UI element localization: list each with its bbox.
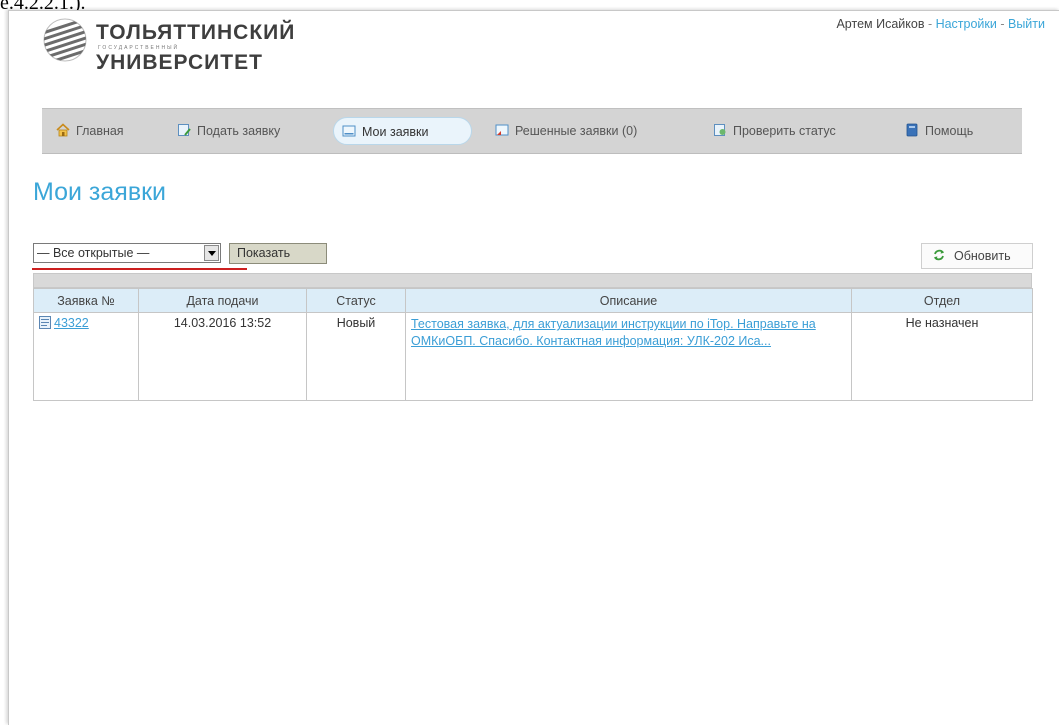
column-header-status[interactable]: Статус xyxy=(306,288,406,313)
requests-table: Заявка № Дата подачи Статус Описание Отд… xyxy=(33,288,1033,401)
nav-label-new-request: Подать заявку xyxy=(197,124,281,138)
check-status-icon xyxy=(714,124,726,136)
column-header-submit-date[interactable]: Дата подачи xyxy=(138,288,307,313)
status-filter-select[interactable]: — Все открытые — xyxy=(33,243,221,263)
logo-text-line2: УНИВЕРСИТЕТ xyxy=(96,51,263,74)
nav-label-help: Помощь xyxy=(925,124,974,138)
settings-link[interactable]: Настройки xyxy=(936,17,997,31)
nav-item-resolved-requests[interactable]: Решенные заявки (0) xyxy=(487,117,645,145)
refresh-button[interactable]: Обновить xyxy=(921,243,1033,269)
university-logo[interactable]: ТОЛЬЯТТИНСКИЙ ГОСУДАРСТВЕННЫЙ УНИВЕРСИТЕ… xyxy=(42,15,342,75)
ticket-doc-icon xyxy=(39,316,51,329)
nav-item-home[interactable]: Главная xyxy=(48,117,132,145)
cell-ticket-number: 43322 xyxy=(33,312,139,401)
column-header-ticket-number[interactable]: Заявка № xyxy=(33,288,139,313)
nav-item-check-status[interactable]: Проверить статус xyxy=(705,117,844,145)
column-header-description[interactable]: Описание xyxy=(405,288,852,313)
table-top-bar xyxy=(33,273,1032,288)
help-book-icon xyxy=(906,123,918,137)
description-link[interactable]: Тестовая заявка, для актуализации инстру… xyxy=(411,317,816,348)
home-icon xyxy=(56,123,70,137)
nav-label-my-requests: Мои заявки xyxy=(362,125,429,139)
nav-item-help[interactable]: Помощь xyxy=(897,117,981,145)
cell-status: Новый xyxy=(306,312,406,401)
status-filter-value: — Все открытые — xyxy=(37,246,150,260)
my-requests-icon xyxy=(342,125,356,137)
nav-label-check-status: Проверить статус xyxy=(733,124,836,138)
nav-label-home: Главная xyxy=(76,124,124,138)
main-nav: Главная Подать заявку Мои заявки Решенны… xyxy=(42,108,1022,154)
refresh-icon xyxy=(934,249,944,261)
red-underline-annotation xyxy=(32,268,247,270)
column-header-department[interactable]: Отдел xyxy=(851,288,1033,313)
user-bar: Артем Исайков - Настройки - Выйти xyxy=(836,17,1045,31)
chevron-down-icon[interactable] xyxy=(204,245,219,261)
separator: - xyxy=(996,17,1008,31)
separator: - xyxy=(924,17,936,31)
cell-department: Не назначен xyxy=(851,312,1033,401)
table-header-row: Заявка № Дата подачи Статус Описание Отд… xyxy=(33,288,1033,313)
refresh-label: Обновить xyxy=(954,249,1011,263)
ticket-link[interactable]: 43322 xyxy=(54,316,89,330)
nav-item-new-request[interactable]: Подать заявку xyxy=(169,117,288,145)
resolved-requests-icon xyxy=(495,124,509,136)
show-button[interactable]: Показать xyxy=(229,243,327,264)
cell-submit-date: 14.03.2016 13:52 xyxy=(138,312,307,401)
logout-link[interactable]: Выйти xyxy=(1008,17,1045,31)
cell-description: Тестовая заявка, для актуализации инстру… xyxy=(405,312,852,401)
nav-item-my-requests[interactable]: Мои заявки xyxy=(333,117,472,145)
table-row: 43322 14.03.2016 13:52 Новый Тестовая за… xyxy=(33,312,1033,401)
nav-label-resolved-requests: Решенные заявки (0) xyxy=(515,124,638,138)
page-title: Мои заявки xyxy=(33,178,167,206)
logo-text-line1: ТОЛЬЯТТИНСКИЙ xyxy=(96,21,296,44)
university-logo-icon xyxy=(43,18,87,62)
user-name: Артем Исайков xyxy=(836,17,925,31)
new-request-icon xyxy=(178,124,191,136)
